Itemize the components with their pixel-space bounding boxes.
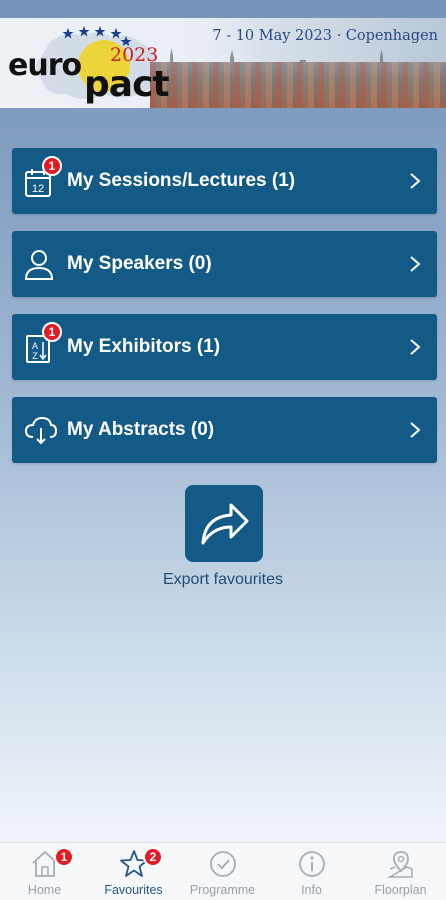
menu-item-label: My Sessions/Lectures (1) xyxy=(67,170,296,191)
logo-year-text: 2023 xyxy=(110,44,159,66)
svg-text:12: 12 xyxy=(32,183,44,195)
menu-item-label: My Exhibitors (1) xyxy=(67,336,221,357)
person-icon xyxy=(24,247,54,281)
map-pin-icon xyxy=(387,851,413,878)
info-icon xyxy=(299,851,325,877)
nav-label: Floorplan xyxy=(374,883,427,897)
header-banner: euro pact 2023 7 - 10 May 2023 · Copenha… xyxy=(0,18,446,108)
nav-label: Info xyxy=(301,883,322,897)
svg-text:A: A xyxy=(32,341,38,351)
eu-stars-graphic xyxy=(62,26,132,46)
nav-favourites[interactable]: 2 Favourites xyxy=(89,843,178,900)
chevron-right-icon xyxy=(409,420,421,440)
nav-floorplan[interactable]: Floorplan xyxy=(356,843,445,900)
menu-item-label: My Abstracts (0) xyxy=(67,419,215,440)
nav-programme[interactable]: Programme xyxy=(178,843,267,900)
clock-icon xyxy=(210,851,236,877)
nav-label: Programme xyxy=(189,883,256,897)
chevron-right-icon xyxy=(409,171,421,191)
event-date: 7 - 10 May 2023 · Copenhagen xyxy=(212,28,438,44)
share-arrow-icon xyxy=(201,503,249,545)
nav-info[interactable]: Info xyxy=(267,843,356,900)
export-favourites-button[interactable] xyxy=(185,485,263,562)
nav-label: Favourites xyxy=(104,883,163,897)
sessions-count-badge: 1 xyxy=(42,156,62,176)
menu-item-exhibitors[interactable]: A Z 1 My Exhibitors (1) xyxy=(12,314,437,380)
chevron-right-icon xyxy=(409,254,421,274)
logo-euro-text: euro xyxy=(8,48,82,83)
bottom-navigation: 1 Home 2 Favourites Programme Info Floor… xyxy=(0,842,446,900)
menu-item-sessions[interactable]: 12 1 My Sessions/Lectures (1) xyxy=(12,148,437,214)
cloud-download-icon xyxy=(24,413,58,447)
logo-pact-text: pact xyxy=(84,64,170,105)
city-photo xyxy=(150,62,446,108)
chevron-right-icon xyxy=(409,337,421,357)
svg-text:Z: Z xyxy=(32,351,38,361)
menu-item-speakers[interactable]: My Speakers (0) xyxy=(12,231,437,297)
favourites-notification-badge: 2 xyxy=(143,847,163,867)
menu-item-abstracts[interactable]: My Abstracts (0) xyxy=(12,397,437,463)
nav-label: Home xyxy=(27,883,62,897)
nav-home[interactable]: 1 Home xyxy=(0,843,89,900)
exhibitors-count-badge: 1 xyxy=(42,322,62,342)
home-notification-badge: 1 xyxy=(54,847,74,867)
menu-item-label: My Speakers (0) xyxy=(67,253,212,274)
export-favourites-label[interactable]: Export favourites xyxy=(0,571,446,589)
